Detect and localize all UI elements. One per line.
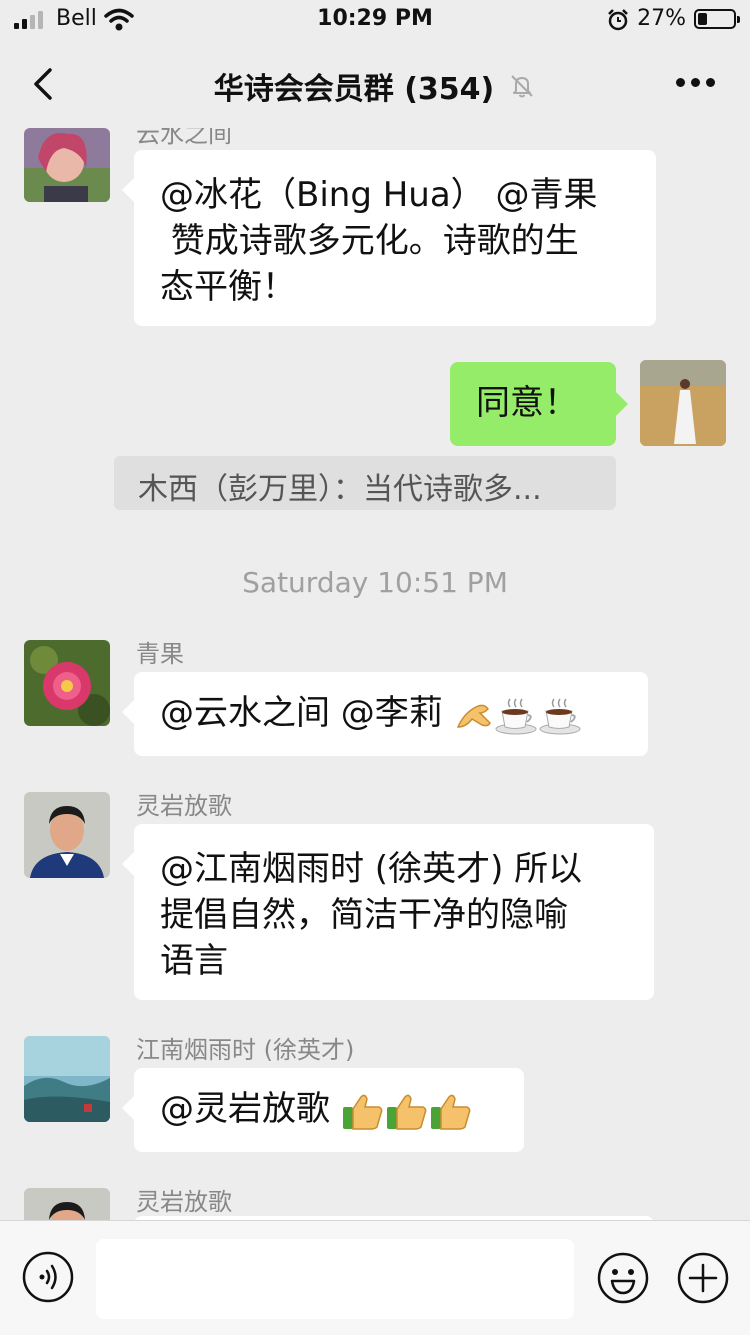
coffee-icon <box>495 698 537 734</box>
avatar[interactable] <box>24 640 110 726</box>
emoji-picker-icon[interactable] <box>596 1251 650 1305</box>
message-bubble[interactable]: @江南烟雨时 (徐英才) 所以 提倡自然，简洁干净的隐喻 语言 <box>122 824 654 1000</box>
message-bubble[interactable]: @冰花（Bing Hua） @青果 赞成诗歌多元化。诗歌的生 态平衡！ <box>122 150 656 326</box>
alarm-clock-icon <box>608 9 628 31</box>
sender-name: 青果 <box>136 640 184 668</box>
chat-header: 华诗会会员群 (354) <box>0 40 750 128</box>
more-options-icon[interactable] <box>676 78 716 90</box>
message-bubble[interactable]: @灵岩放歌 <box>122 1068 524 1152</box>
battery-icon <box>694 9 740 29</box>
status-bar: Bell 10:29 PM 27% <box>0 0 750 40</box>
own-message-bubble[interactable]: 同意！ <box>450 362 628 446</box>
mute-notifications-icon <box>511 75 533 98</box>
thumbs-up-icon <box>430 1094 471 1130</box>
avatar[interactable] <box>24 792 110 878</box>
thumbs-up-icon <box>342 1094 383 1130</box>
input-bar <box>0 1220 750 1335</box>
more-functions-icon[interactable] <box>676 1251 730 1305</box>
sender-name: 灵岩放歌 <box>136 1188 232 1216</box>
ok-hand-icon <box>456 704 491 728</box>
avatar[interactable] <box>24 1188 110 1220</box>
quoted-message[interactable]: 木西（彭万里）：当代诗歌多... <box>114 456 616 510</box>
sender-name: 江南烟雨时 (徐英才) <box>136 1036 355 1064</box>
avatar[interactable] <box>24 1036 110 1122</box>
thumbs-up-icon <box>386 1094 427 1130</box>
sender-name: 灵岩放歌 <box>136 792 232 820</box>
message-list[interactable]: 云水之间 @冰花（Bing Hua） @青果 赞成诗歌多元化。诗歌的生 态平衡！… <box>0 128 750 1220</box>
sender-name: 云水之间 <box>136 128 232 148</box>
avatar[interactable] <box>24 128 110 202</box>
chat-title[interactable]: 华诗会会员群 (354) <box>214 64 495 108</box>
voice-input-icon[interactable] <box>22 1251 74 1303</box>
message-input[interactable] <box>96 1239 574 1319</box>
message-bubble[interactable]: @云水之间 @李莉 <box>122 672 648 756</box>
message-timestamp: Saturday 10:51 PM <box>242 566 508 599</box>
coffee-icon <box>539 698 581 734</box>
battery-percent: 27% <box>637 6 686 31</box>
my-avatar[interactable] <box>640 360 726 446</box>
